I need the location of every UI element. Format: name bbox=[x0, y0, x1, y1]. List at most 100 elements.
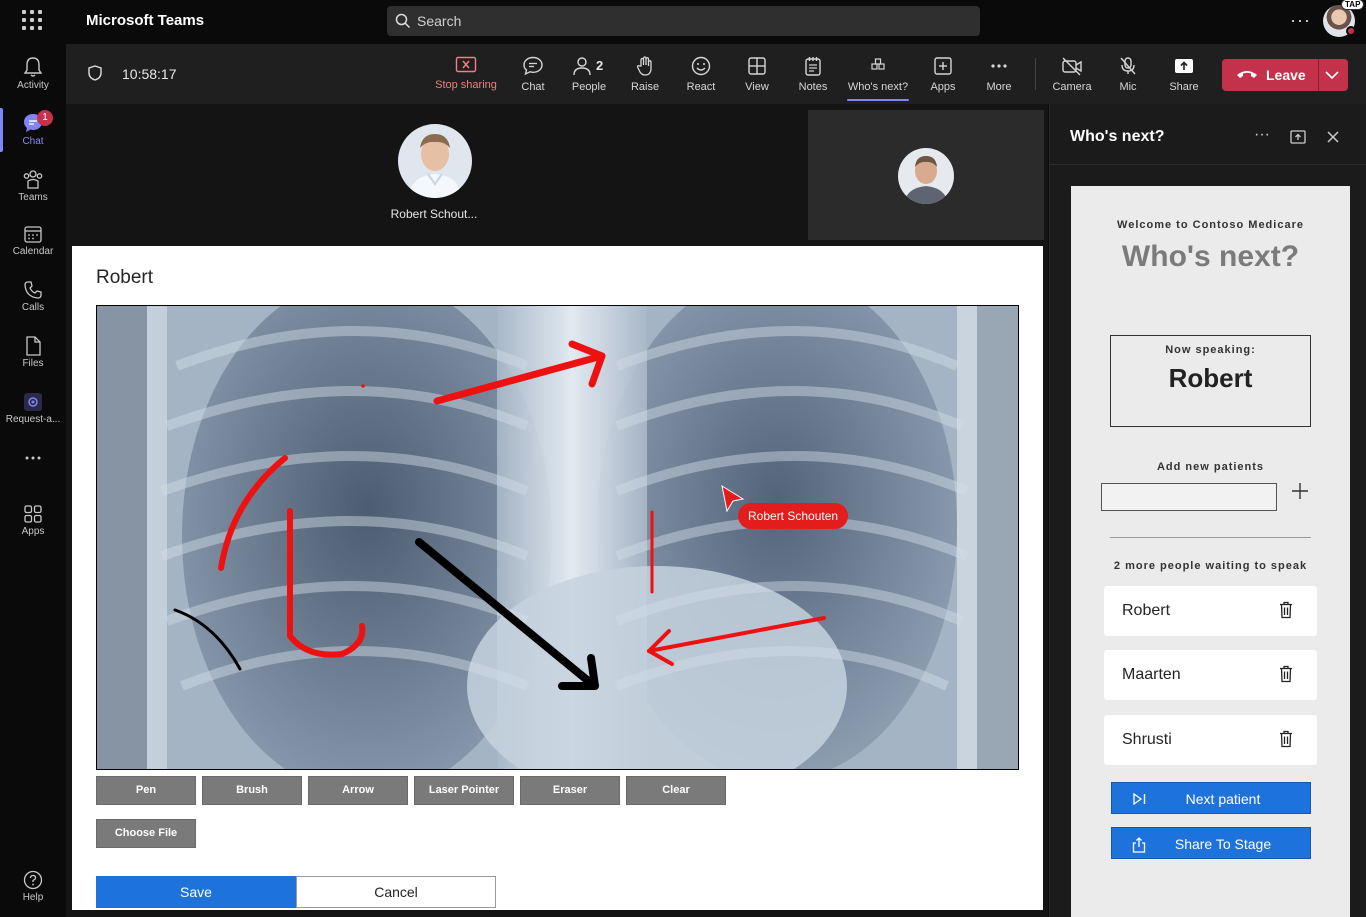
next-patient-button[interactable]: Next patient bbox=[1111, 782, 1311, 814]
rail-item-calendar[interactable]: Calendar bbox=[0, 216, 66, 268]
app-icon bbox=[24, 393, 42, 411]
arrow-tool-button[interactable]: Arrow bbox=[308, 776, 408, 805]
button-label: Notes bbox=[798, 81, 828, 93]
stop-sharing-button[interactable]: Stop sharing bbox=[429, 56, 503, 91]
rail-item-files[interactable]: Files bbox=[0, 328, 66, 380]
react-button[interactable]: React bbox=[673, 56, 729, 93]
laser-pointer-button[interactable]: Laser Pointer bbox=[414, 776, 514, 805]
panel-more-icon[interactable]: ··· bbox=[1254, 126, 1270, 144]
apps-button[interactable]: Apps bbox=[915, 56, 971, 93]
whos-next-app-icon bbox=[871, 58, 885, 70]
meeting-timer: 10:58:17 bbox=[122, 66, 177, 82]
button-label: Chat bbox=[521, 81, 545, 93]
hand-icon bbox=[636, 56, 652, 76]
popout-icon[interactable] bbox=[1290, 130, 1306, 144]
save-button[interactable]: Save bbox=[96, 876, 296, 908]
settings-more-icon[interactable]: ··· bbox=[1290, 10, 1311, 31]
queue-name: Robert bbox=[1122, 602, 1171, 619]
button-label: Stop sharing bbox=[435, 79, 497, 91]
stop-share-icon bbox=[455, 56, 477, 73]
xray-image bbox=[97, 306, 1018, 769]
view-button[interactable]: View bbox=[729, 56, 785, 93]
waiting-count-text: 2 more people waiting to speak bbox=[1113, 560, 1308, 572]
chat-button[interactable]: Chat bbox=[505, 56, 561, 93]
people-button[interactable]: 2 People bbox=[561, 56, 617, 93]
more-button[interactable]: More bbox=[971, 56, 1027, 93]
share-tray-icon bbox=[1175, 59, 1193, 73]
share-button[interactable]: Share bbox=[1156, 56, 1212, 93]
section-divider bbox=[1110, 537, 1311, 538]
whos-next-app: Welcome to Contoso Medicare Who's next? … bbox=[1071, 186, 1350, 917]
participant-avatar[interactable] bbox=[398, 124, 472, 198]
trash-icon[interactable] bbox=[1279, 665, 1293, 683]
self-video-tile[interactable] bbox=[808, 110, 1044, 240]
app-launcher-icon[interactable] bbox=[22, 10, 42, 30]
rail-item-request-app[interactable]: Request-a... bbox=[0, 384, 66, 436]
button-label: View bbox=[745, 81, 769, 93]
more-icon bbox=[991, 64, 1007, 68]
button-label: Camera bbox=[1052, 81, 1092, 93]
rail-item-chat[interactable]: Chat 1 bbox=[0, 104, 66, 156]
notes-button[interactable]: Notes bbox=[785, 56, 841, 93]
trash-icon[interactable] bbox=[1279, 601, 1293, 619]
queue-item: Robert bbox=[1104, 586, 1317, 636]
clear-button[interactable]: Clear bbox=[626, 776, 726, 805]
rail-item-calls[interactable]: Calls bbox=[0, 272, 66, 324]
share-to-stage-button[interactable]: Share To Stage bbox=[1111, 827, 1311, 859]
meeting-toolbar: 10:58:17 Stop sharing Chat 2 People Rais… bbox=[66, 44, 1366, 104]
calendar-icon bbox=[24, 226, 42, 243]
choose-file-button[interactable]: Choose File bbox=[96, 819, 196, 848]
raise-hand-button[interactable]: Raise bbox=[617, 56, 673, 93]
brush-tool-button[interactable]: Brush bbox=[202, 776, 302, 805]
mic-button[interactable]: Mic bbox=[1100, 56, 1156, 93]
button-label: Share bbox=[1169, 81, 1199, 93]
button-label: Mic bbox=[1119, 81, 1137, 93]
trash-icon[interactable] bbox=[1279, 730, 1293, 748]
title-bar: Microsoft Teams Search ··· TAP bbox=[0, 0, 1366, 44]
rail-label: Chat bbox=[22, 136, 44, 147]
button-label: Next patient bbox=[1185, 791, 1261, 807]
add-patients-label: Add new patients bbox=[1156, 461, 1265, 473]
grid-view-icon bbox=[748, 57, 766, 75]
queue-item: Maarten bbox=[1104, 650, 1317, 700]
add-patient-input[interactable] bbox=[1101, 483, 1277, 511]
rail-label: Activity bbox=[17, 80, 49, 91]
rail-more-apps[interactable] bbox=[0, 444, 66, 474]
help-icon bbox=[23, 870, 43, 890]
pen-tool-button[interactable]: Pen bbox=[96, 776, 196, 805]
button-label: Who's next? bbox=[847, 81, 909, 93]
shield-icon bbox=[88, 65, 102, 81]
rail-label: Apps bbox=[21, 526, 45, 537]
rail-item-activity[interactable]: Activity bbox=[0, 48, 66, 100]
user-initials-badge: TAP bbox=[1341, 0, 1365, 10]
leave-label: Leave bbox=[1266, 67, 1306, 83]
teams-icon bbox=[23, 170, 43, 189]
xray-canvas[interactable] bbox=[96, 305, 1019, 770]
camera-button[interactable]: Camera bbox=[1044, 56, 1100, 93]
panel-divider bbox=[1050, 164, 1366, 165]
panel-title: Who's next? bbox=[1070, 128, 1165, 145]
button-label: Apps bbox=[930, 81, 956, 93]
rail-label: Files bbox=[22, 358, 44, 369]
shared-page-title: Robert bbox=[96, 267, 154, 288]
rail-item-apps[interactable]: Apps bbox=[0, 496, 66, 548]
rail-label: Teams bbox=[18, 192, 48, 203]
plus-icon[interactable] bbox=[1291, 482, 1309, 500]
eraser-tool-button[interactable]: Eraser bbox=[520, 776, 620, 805]
app-heading: Who's next? bbox=[1121, 240, 1300, 273]
mic-off-icon bbox=[1120, 57, 1136, 75]
search-box[interactable]: Search bbox=[387, 6, 980, 36]
profile-photo bbox=[898, 148, 954, 204]
rail-item-teams[interactable]: Teams bbox=[0, 160, 66, 212]
leave-button[interactable]: Leave bbox=[1222, 59, 1318, 91]
phone-icon bbox=[24, 281, 42, 299]
whos-next-button[interactable]: Who's next? bbox=[843, 56, 913, 101]
participant-name: Robert Schout... bbox=[390, 207, 478, 221]
smiley-icon bbox=[691, 56, 711, 76]
rail-label: Help bbox=[22, 892, 44, 903]
close-icon[interactable] bbox=[1326, 130, 1340, 144]
rail-label: Request-a... bbox=[5, 414, 61, 425]
rail-item-help[interactable]: Help bbox=[0, 870, 66, 903]
chevron-down-icon[interactable] bbox=[1324, 68, 1340, 82]
cancel-button[interactable]: Cancel bbox=[296, 876, 496, 908]
